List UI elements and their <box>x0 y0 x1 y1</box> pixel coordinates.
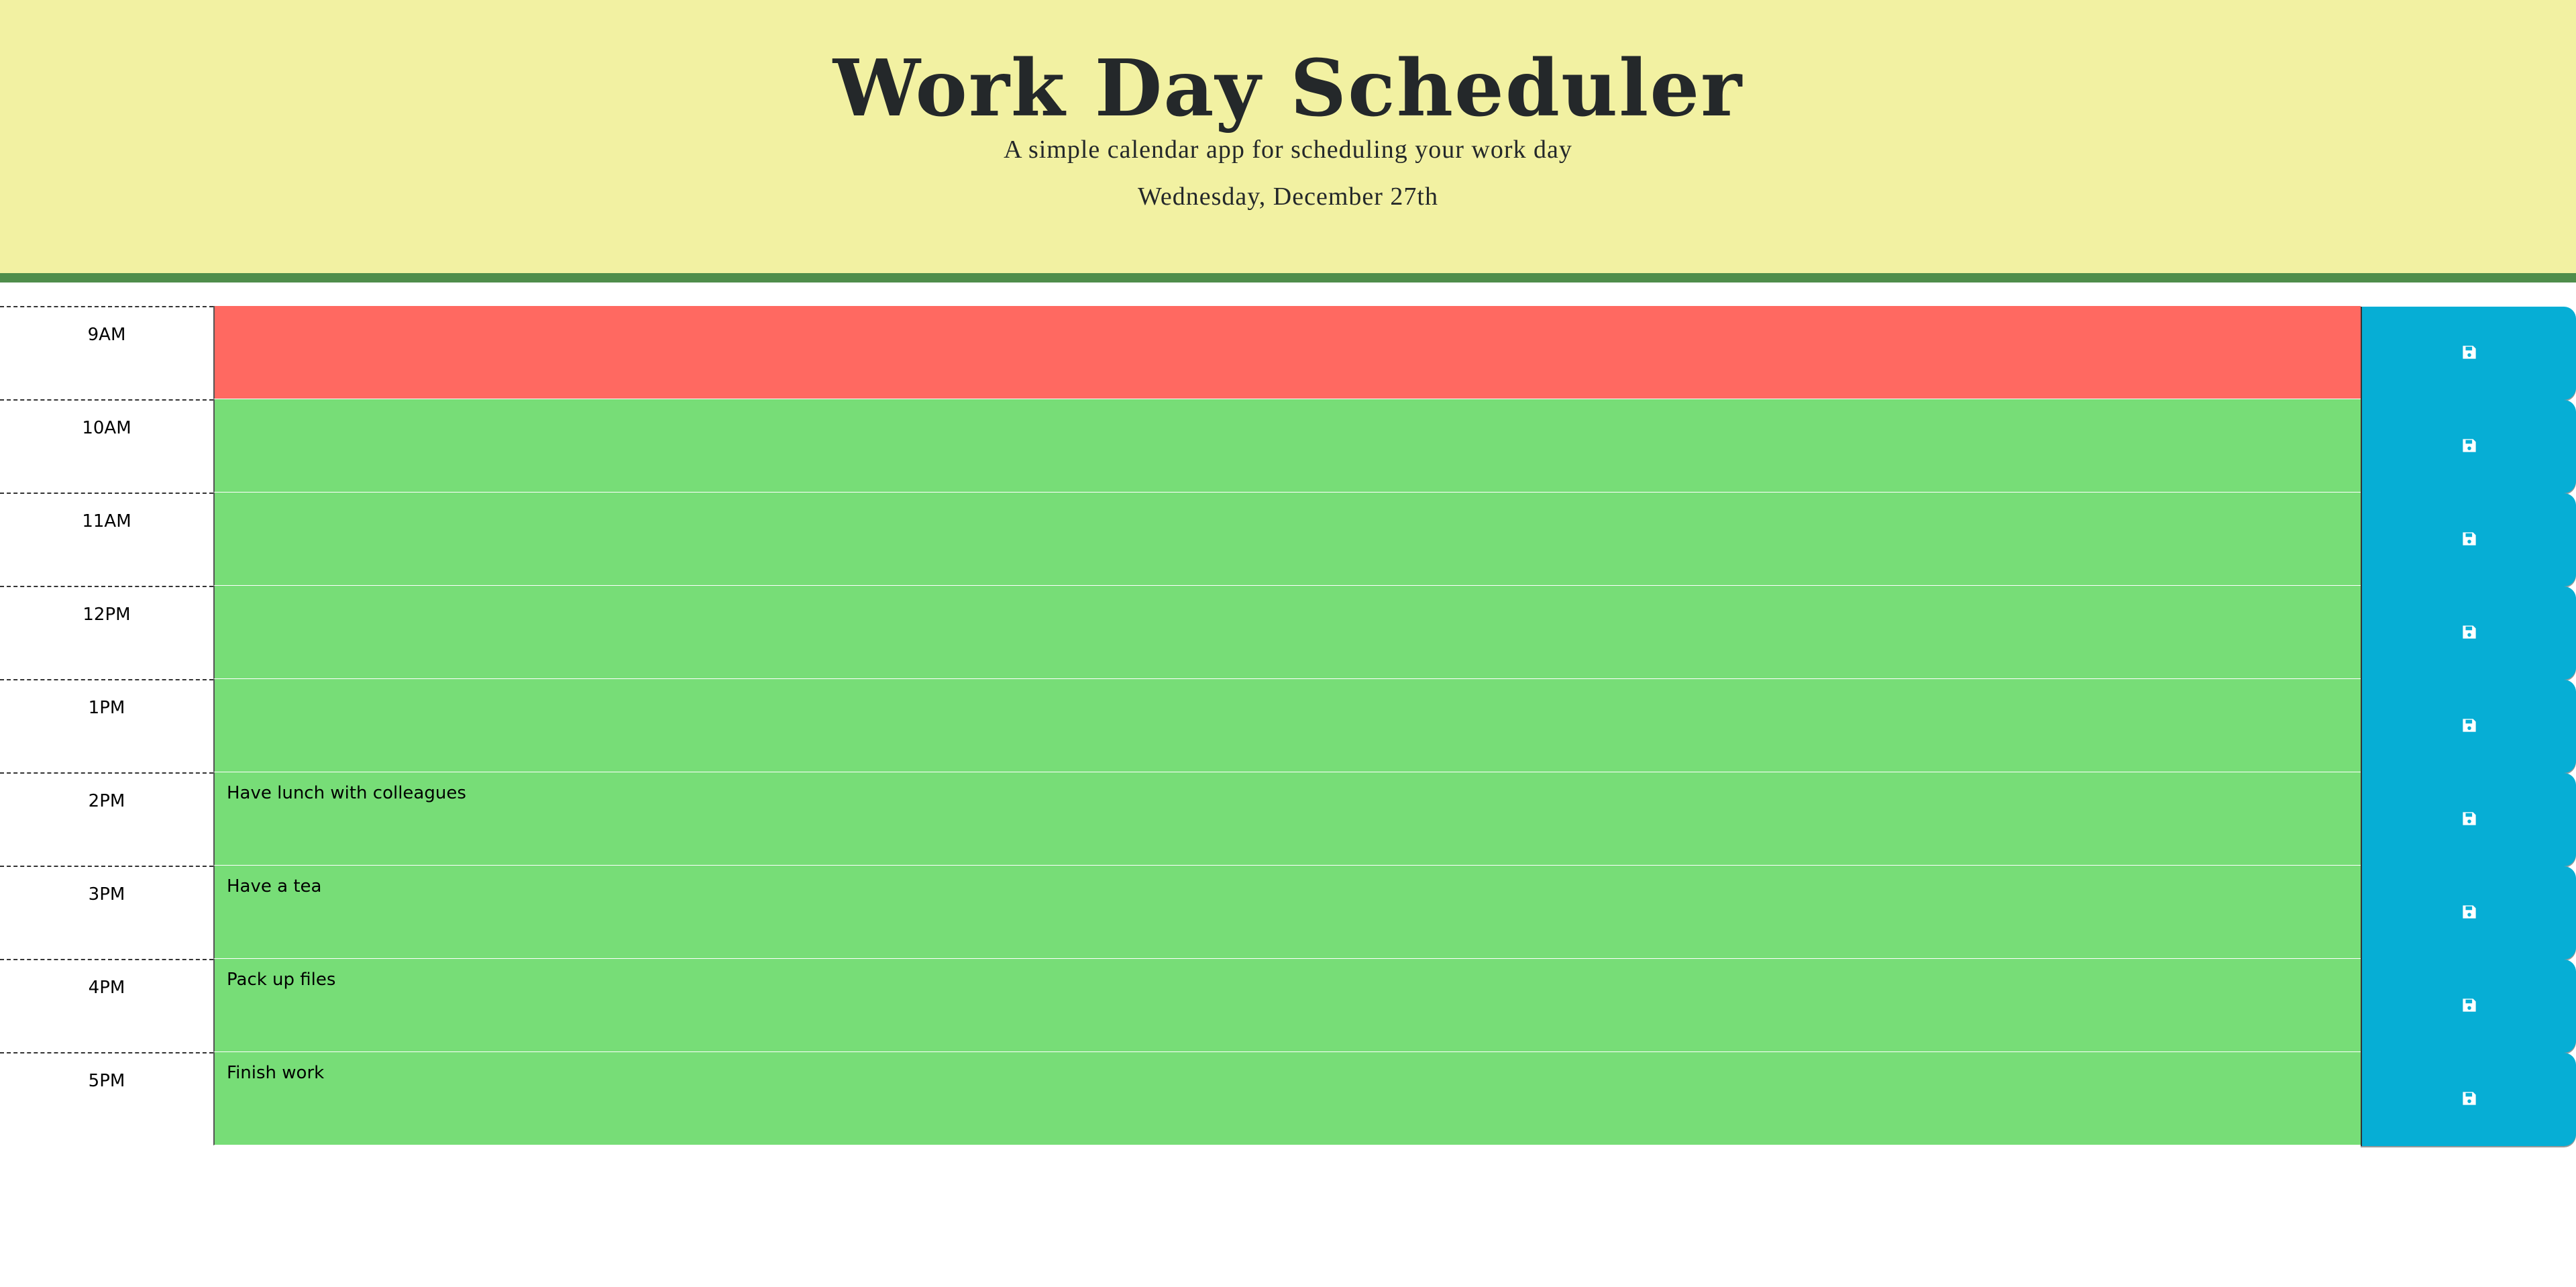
hour-label: 5PM <box>0 1052 213 1145</box>
hour-label: 10AM <box>0 399 213 493</box>
time-block-10am: 10AM <box>0 399 2576 493</box>
save-button[interactable] <box>2361 960 2576 1053</box>
page-subtitle: A simple calendar app for scheduling you… <box>1004 136 1572 164</box>
description-input[interactable] <box>213 306 2361 399</box>
time-block-1pm: 1PM <box>0 679 2576 773</box>
description-input[interactable] <box>213 679 2361 772</box>
save-button[interactable] <box>2361 586 2576 680</box>
save-icon <box>2462 531 2477 548</box>
save-button[interactable] <box>2361 773 2576 866</box>
save-icon <box>2462 998 2477 1015</box>
time-block-12pm: 12PM <box>0 586 2576 680</box>
save-button[interactable] <box>2361 493 2576 586</box>
time-block-9am: 9AM <box>0 306 2576 400</box>
hour-label: 1PM <box>0 679 213 772</box>
description-input[interactable] <box>213 586 2361 679</box>
page-title: Work Day Scheduler <box>833 43 1743 134</box>
save-icon <box>2462 1091 2477 1108</box>
save-button[interactable] <box>2361 307 2576 400</box>
save-icon <box>2462 625 2477 641</box>
time-block-3pm: 3PM <box>0 866 2576 960</box>
time-block-11am: 11AM <box>0 493 2576 586</box>
description-input[interactable] <box>213 959 2361 1052</box>
time-block-2pm: 2PM <box>0 772 2576 866</box>
time-block-4pm: 4PM <box>0 959 2576 1053</box>
save-icon <box>2462 905 2477 921</box>
hour-label: 12PM <box>0 586 213 679</box>
current-day: Wednesday, December 27th <box>1138 183 1438 211</box>
description-input[interactable] <box>213 772 2361 866</box>
save-icon <box>2462 811 2477 828</box>
save-button[interactable] <box>2361 400 2576 493</box>
description-input[interactable] <box>213 866 2361 959</box>
description-input[interactable] <box>213 399 2361 493</box>
hour-label: 9AM <box>0 306 213 399</box>
save-button[interactable] <box>2361 680 2576 773</box>
schedule: 9AM 10AM 11AM 12PM 1PM 2PM Have lunch wi… <box>0 306 2576 1146</box>
hour-label: 11AM <box>0 493 213 586</box>
save-button[interactable] <box>2361 1053 2576 1146</box>
description-input[interactable] <box>213 493 2361 586</box>
save-icon <box>2462 718 2477 735</box>
save-button[interactable] <box>2361 866 2576 960</box>
save-icon <box>2462 345 2477 362</box>
description-input[interactable] <box>213 1052 2361 1145</box>
hour-label: 4PM <box>0 959 213 1052</box>
header: Work Day Scheduler A simple calendar app… <box>0 0 2576 282</box>
save-icon <box>2462 438 2477 455</box>
hour-label: 2PM <box>0 772 213 866</box>
time-block-5pm: 5PM <box>0 1052 2576 1146</box>
hour-label: 3PM <box>0 866 213 959</box>
